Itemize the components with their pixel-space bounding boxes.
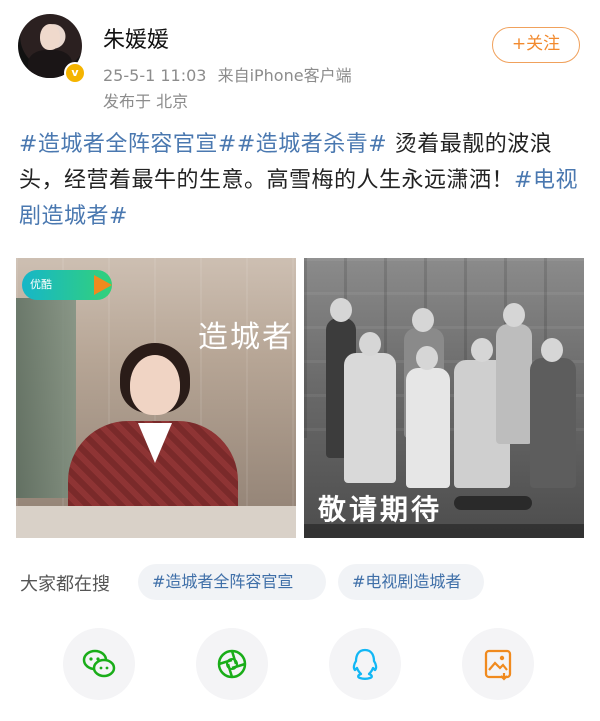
post-header: v 朱媛媛 25-5-1 11:03 来自iPhone客户端 发布于 北京 +关… [0, 0, 600, 120]
post-time: 25-5-1 11:03 [103, 66, 207, 85]
post-image-left[interactable]: 优酷 造城者 [16, 258, 296, 538]
share-wechat-button[interactable] [63, 628, 135, 700]
post-text: #造城者全阵容官宣##造城者杀青# 烫着最靓的波浪头，经营着最牛的生意。高雪梅的… [19, 127, 584, 235]
search-chip[interactable]: #造城者全阵容官宣 [138, 564, 326, 600]
search-chip[interactable]: #电视剧造城者 [338, 564, 484, 600]
trending-search-row: 大家都在搜 #造城者全阵容官宣 #电视剧造城者 [0, 562, 600, 602]
avatar-face [40, 24, 60, 50]
cast-figure [406, 368, 450, 488]
save-image-button[interactable] [462, 628, 534, 700]
cast-head [503, 303, 525, 327]
post-image-right[interactable]: 敬请期待 [304, 258, 584, 538]
verified-badge-icon: v [64, 62, 86, 84]
cast-head [412, 308, 434, 332]
share-moments-button[interactable] [196, 628, 268, 700]
follow-button[interactable]: +关注 [492, 27, 580, 63]
youku-logo-mark [94, 275, 112, 295]
hashtag-link[interactable]: #造城者全阵容官宣# [19, 132, 237, 157]
cast-figure [496, 324, 532, 444]
figure-face [130, 355, 180, 415]
post-meta: 25-5-1 11:03 来自iPhone客户端 [103, 62, 352, 86]
post-location: 发布于 北京 [103, 92, 189, 111]
save-image-icon [484, 649, 512, 681]
image-curtain [16, 298, 76, 498]
cast-head [416, 346, 438, 370]
share-qq-button[interactable] [329, 628, 401, 700]
cast-figure [530, 358, 576, 488]
username[interactable]: 朱媛媛 [103, 22, 169, 54]
qq-icon [352, 648, 378, 680]
moments-icon [217, 649, 247, 679]
image-title: 敬请期待 [318, 493, 443, 526]
trending-search-label: 大家都在搜 [20, 574, 110, 595]
cast-figure [344, 353, 396, 483]
hashtag-link[interactable]: #造城者杀青# [237, 132, 387, 157]
image-subtitle-bar [454, 496, 532, 510]
post-source: 来自iPhone客户端 [217, 66, 352, 85]
image-table [16, 506, 296, 538]
cast-head [330, 298, 352, 322]
share-row [0, 628, 600, 708]
cast-head [471, 338, 493, 362]
wechat-icon [82, 649, 116, 678]
cast-head [359, 332, 381, 356]
image-credits-strip [304, 524, 584, 538]
cast-head [541, 338, 563, 362]
